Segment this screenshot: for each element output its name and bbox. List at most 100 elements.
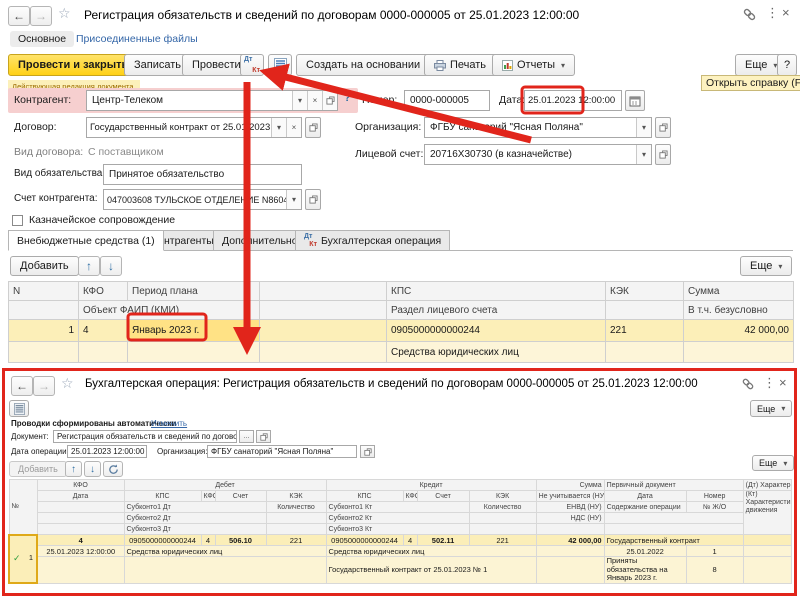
- cell-blank[interactable]: [260, 320, 387, 342]
- window-close-icon[interactable]: ×: [779, 375, 787, 390]
- cell-blank[interactable]: [9, 342, 79, 363]
- move-row-up-button[interactable]: ↑: [78, 256, 100, 276]
- date-field[interactable]: 25.01.2023 12:00:00: [524, 90, 622, 111]
- post-and-close-button[interactable]: Провести и закрыть: [8, 54, 138, 76]
- cell-section[interactable]: Средства юридических лиц: [387, 342, 606, 363]
- document-select-button[interactable]: ...: [239, 430, 254, 443]
- tab-extrabudgetary-funds[interactable]: Внебюджетные средства (1): [8, 230, 164, 251]
- cell-kt-kfo[interactable]: 4: [403, 535, 417, 546]
- cell-kt-sub2[interactable]: Государственный контракт от 25.01.2023 №…: [326, 557, 536, 584]
- journal-button[interactable]: [9, 400, 29, 417]
- dropdown-icon[interactable]: ▾: [292, 91, 307, 110]
- back-button[interactable]: ←: [11, 376, 33, 396]
- write-button[interactable]: Записать: [124, 54, 191, 76]
- contract-field[interactable]: Государственный контракт от 25.01.2023 №…: [86, 117, 302, 138]
- number-field[interactable]: 0000-000005: [404, 90, 490, 111]
- cell-period[interactable]: Январь 2023 г.: [128, 320, 260, 342]
- nav-tab-attached-files[interactable]: Присоединенные файлы: [76, 33, 198, 45]
- cell-blank[interactable]: [743, 535, 791, 546]
- cell-kt-sub1[interactable]: Средства юридических лиц: [326, 546, 536, 557]
- cell-kt-account[interactable]: 502.11: [417, 535, 469, 546]
- cell-primary-date[interactable]: 25.01.2022: [604, 546, 686, 557]
- add-row-button[interactable]: Добавить: [10, 256, 79, 276]
- cell-jo-number[interactable]: 8: [686, 557, 743, 584]
- dropdown-icon[interactable]: ▾: [271, 118, 286, 137]
- organization-field[interactable]: ФГБУ санаторий "Ясная Поляна": [207, 445, 357, 458]
- calendar-button[interactable]: [625, 90, 645, 111]
- back-button[interactable]: ←: [8, 6, 30, 26]
- cell-blank[interactable]: [128, 342, 260, 363]
- window-menu-icon[interactable]: ⋮: [763, 375, 776, 391]
- treasury-checkbox[interactable]: [12, 215, 23, 226]
- window-menu-icon[interactable]: ⋮: [766, 5, 779, 21]
- cell-blank[interactable]: [743, 546, 791, 557]
- clear-icon[interactable]: ×: [307, 91, 322, 110]
- cell-kfo[interactable]: 4: [37, 535, 124, 546]
- favorite-star-icon[interactable]: ☆: [58, 5, 71, 22]
- grid-more-button[interactable]: Еще▾: [740, 256, 792, 276]
- personal-account-field[interactable]: 20716X30730 (в казначействе) ▾: [424, 144, 652, 165]
- cell-dt-kek[interactable]: 221: [266, 535, 326, 546]
- cell-blank[interactable]: [79, 342, 128, 363]
- document-field[interactable]: Регистрация обязательств и сведений по д…: [53, 430, 237, 443]
- operation-date-field[interactable]: 25.01.2023 12:00:00: [67, 445, 147, 458]
- open-bank-account-button[interactable]: [305, 189, 321, 210]
- cell-primary-number[interactable]: 1: [686, 546, 743, 557]
- counterparty-field[interactable]: Центр-Телеком ▾ ×: [86, 90, 338, 111]
- cell-blank[interactable]: [606, 342, 684, 363]
- cell-dt-account[interactable]: 506.10: [215, 535, 266, 546]
- forward-button[interactable]: →: [33, 376, 55, 396]
- dropdown-icon[interactable]: ▾: [636, 118, 651, 137]
- get-link-icon[interactable]: [741, 377, 755, 394]
- open-personal-account-button[interactable]: [655, 144, 671, 165]
- open-organization-button[interactable]: [360, 445, 375, 458]
- window-close-icon[interactable]: ×: [782, 5, 790, 20]
- clear-icon[interactable]: ×: [286, 118, 301, 137]
- cell-blank[interactable]: [536, 557, 604, 584]
- cell-kfo[interactable]: 4: [79, 320, 128, 342]
- tab-accounting-operation[interactable]: ДтКт Бухгалтерская операция: [295, 230, 450, 251]
- move-row-down-button[interactable]: ↓: [84, 461, 101, 477]
- get-link-icon[interactable]: [742, 7, 757, 25]
- cell-operation-content[interactable]: Приняты обязательства на Январь 2023 г.: [604, 557, 686, 584]
- cell-sum[interactable]: 42 000,00: [536, 535, 604, 546]
- open-contract-button[interactable]: [305, 117, 321, 138]
- obligation-kind-field[interactable]: Принятое обязательство: [103, 164, 302, 185]
- grid-more-button[interactable]: Еще▾: [752, 455, 794, 471]
- cell-date[interactable]: 25.01.2023 12:00:00: [37, 546, 124, 557]
- show-postings-button[interactable]: ДтКт: [240, 54, 264, 76]
- reports-button[interactable]: Отчеты▾: [492, 54, 575, 76]
- cell-kek[interactable]: 221: [606, 320, 684, 342]
- tab-additional[interactable]: Дополнительно: [213, 230, 307, 251]
- organization-field[interactable]: ФГБУ санаторий "Ясная Поляна" ▾: [424, 117, 652, 138]
- favorite-star-icon[interactable]: ☆: [61, 375, 74, 392]
- cell-dt-sub2[interactable]: [124, 557, 326, 584]
- dropdown-icon[interactable]: ▾: [636, 145, 651, 164]
- cell-primary-doc[interactable]: Государственный контракт: [604, 535, 743, 546]
- registers-journal-button[interactable]: [268, 54, 292, 76]
- dropdown-icon[interactable]: ▾: [286, 190, 301, 209]
- help-button[interactable]: ?: [777, 54, 797, 76]
- more-button[interactable]: Еще▾: [750, 400, 792, 417]
- cell-n[interactable]: 1: [9, 320, 79, 342]
- field-help-icon[interactable]: ?: [344, 92, 351, 104]
- open-icon[interactable]: [322, 91, 337, 110]
- cell-dt-sub1[interactable]: Средства юридических лиц: [124, 546, 326, 557]
- open-organization-button[interactable]: [655, 117, 671, 138]
- refresh-postings-button[interactable]: [103, 461, 123, 477]
- bank-account-field[interactable]: 047003608 ТУЛЬСКОЕ ОТДЕЛЕНИЕ N8604 ПАО С…: [103, 189, 302, 210]
- cell-blank[interactable]: [260, 342, 387, 363]
- cell-sum[interactable]: 42 000,00: [684, 320, 794, 342]
- cell-blank[interactable]: [37, 557, 124, 584]
- cell-kt-kek[interactable]: 221: [469, 535, 536, 546]
- move-row-down-button[interactable]: ↓: [100, 256, 122, 276]
- cell-kt-kps[interactable]: 0905000000000244: [326, 535, 403, 546]
- move-row-up-button[interactable]: ↑: [65, 461, 82, 477]
- cell-blank[interactable]: [536, 546, 604, 557]
- cell-row-status[interactable]: ✓1: [9, 535, 37, 584]
- forward-button[interactable]: →: [30, 6, 52, 26]
- nav-tab-main[interactable]: Основное: [10, 31, 74, 47]
- cell-blank[interactable]: [743, 557, 791, 584]
- change-link[interactable]: Изменить: [151, 419, 187, 428]
- cell-kps[interactable]: 0905000000000244: [387, 320, 606, 342]
